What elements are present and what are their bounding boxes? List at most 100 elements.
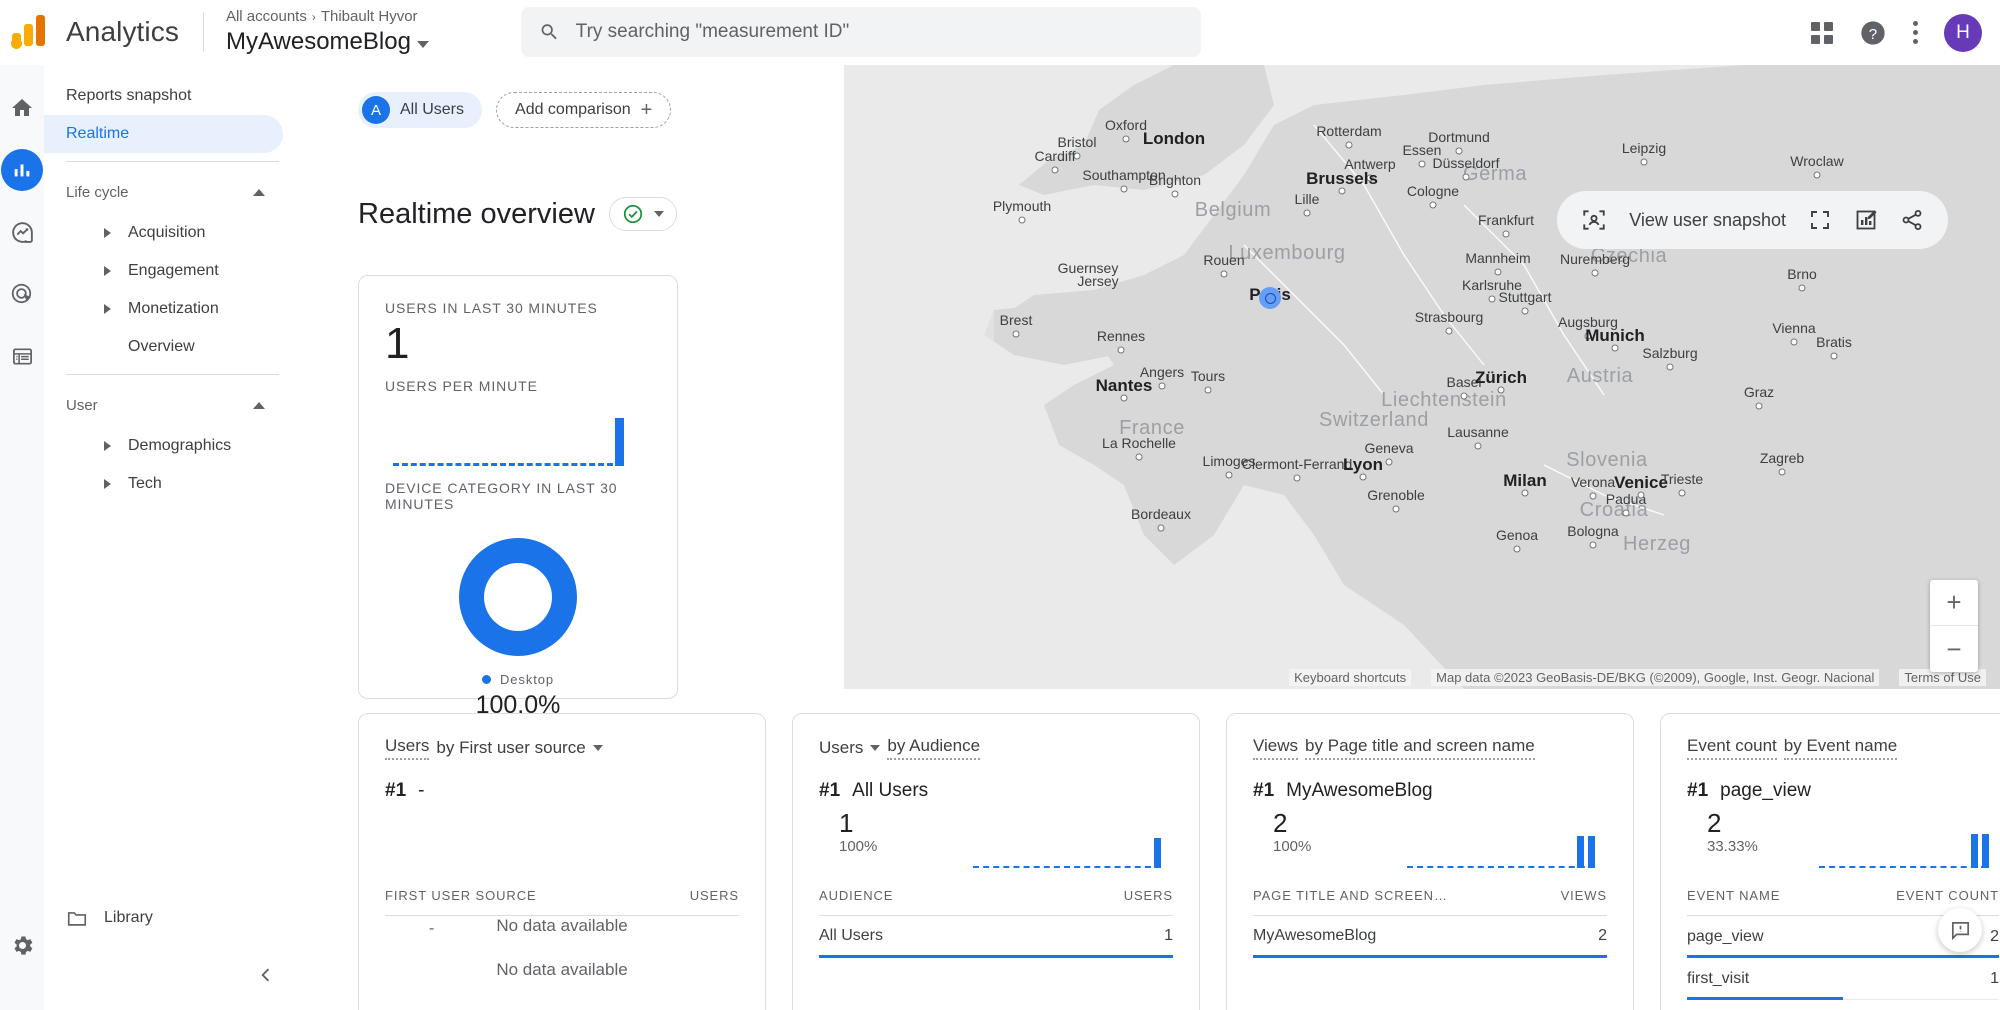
map-city-dot xyxy=(1494,268,1502,276)
device-category-chart[interactable]: Desktop 100.0% xyxy=(385,538,651,720)
sidebar-item-overview[interactable]: Overview xyxy=(44,328,283,366)
sidebar-section-user[interactable]: User xyxy=(44,383,287,427)
realtime-map[interactable]: Belgium Luxembourg France Switzerland Austri… xyxy=(844,65,2000,689)
sidebar-item-label: Reports snapshot xyxy=(66,87,192,104)
rank-value: - xyxy=(418,780,425,801)
account-selector[interactable]: All accounts › Thibault Hyvor MyAwesomeBlo… xyxy=(226,7,429,57)
card-title-dimension[interactable]: by Page title and screen name xyxy=(1305,736,1535,760)
chevron-up-icon xyxy=(253,401,265,409)
map-city-dot xyxy=(1755,402,1763,410)
row-metric-value: 2 xyxy=(1598,926,1607,944)
property-selector[interactable]: MyAwesomeBlog xyxy=(226,27,429,57)
sidebar-section-life-cycle[interactable]: Life cycle xyxy=(44,170,287,214)
chevron-down-icon[interactable] xyxy=(870,745,881,751)
row-dimension-value[interactable]: MyAwesomeBlog xyxy=(1253,927,1376,945)
svg-text:?: ? xyxy=(1869,25,1877,42)
top-item-row: #1 MyAwesomeBlog xyxy=(1253,780,1607,802)
apps-grid-icon[interactable] xyxy=(1811,21,1833,44)
users-last-30-label: Users in last 30 minutes xyxy=(385,300,598,316)
row-dimension-value[interactable]: page_view xyxy=(1687,928,1764,946)
breadcrumb-account: Thibault Hyvor xyxy=(320,8,418,25)
table-row[interactable]: MyAwesomeBlog 2 xyxy=(1253,916,1607,958)
sidebar-item-reports-snapshot[interactable]: Reports snapshot xyxy=(44,77,283,115)
map-city-dot xyxy=(1589,492,1597,500)
all-users-label: All Users xyxy=(400,101,465,118)
configure-icon[interactable] xyxy=(1,335,43,377)
reports-icon[interactable] xyxy=(1,149,43,191)
card-title[interactable]: Views by Page title and screen name xyxy=(1253,736,1607,760)
card-title[interactable]: Event count by Event name xyxy=(1687,736,1999,760)
map-city-dot xyxy=(1120,394,1128,402)
search-input[interactable] xyxy=(575,21,1183,43)
row-dimension-value[interactable]: All Users xyxy=(819,927,883,945)
view-user-snapshot-label[interactable]: View user snapshot xyxy=(1629,210,1786,231)
explore-icon[interactable] xyxy=(1,211,43,253)
sparkline-baseline xyxy=(1407,866,1595,868)
fullscreen-icon[interactable] xyxy=(1808,208,1832,232)
edit-chart-icon[interactable] xyxy=(1854,208,1878,232)
column-dimension: Audience xyxy=(819,888,894,903)
sparkline-bar xyxy=(1577,836,1584,868)
sidebar-item-acquisition[interactable]: Acquisition xyxy=(44,214,283,252)
search-icon xyxy=(541,24,557,40)
map-zoom-in-button[interactable]: + xyxy=(1930,580,1978,626)
chevron-down-icon[interactable] xyxy=(592,745,603,751)
global-search[interactable] xyxy=(520,7,1201,57)
check-circle-icon xyxy=(623,204,643,224)
admin-gear-icon[interactable] xyxy=(1,924,43,966)
map-city-dot xyxy=(1338,187,1346,195)
card-title-metric[interactable]: Users xyxy=(819,738,863,758)
card-title-metric[interactable]: Users xyxy=(385,736,430,760)
sidebar-item-label: Tech xyxy=(128,475,162,492)
sidebar-item-label: Demographics xyxy=(128,437,232,454)
device-category-label: Device category in last 30 minutes xyxy=(385,480,618,512)
card-title-dimension[interactable]: by Audience xyxy=(887,736,981,760)
sidebar-item-realtime[interactable]: Realtime xyxy=(44,115,283,153)
all-users-chip[interactable]: A All Users xyxy=(358,92,483,128)
card-title-dimension[interactable]: by First user source xyxy=(436,738,585,758)
table-body: MyAwesomeBlog 2 xyxy=(1253,916,1607,958)
table-row[interactable]: All Users 1 xyxy=(819,916,1173,958)
metric-block: - No data available xyxy=(385,808,739,937)
keyboard-shortcuts-link[interactable]: Keyboard shortcuts xyxy=(1289,668,1412,686)
map-city-dot xyxy=(1497,386,1505,394)
sparkline-bar xyxy=(615,418,624,466)
card-title[interactable]: Users by Audience xyxy=(819,736,1173,760)
feedback-button[interactable] xyxy=(1938,908,1982,952)
sidebar-item-tech[interactable]: Tech xyxy=(44,465,283,503)
map-city-dot xyxy=(1220,270,1228,278)
more-vert-icon[interactable] xyxy=(1913,21,1918,44)
sidebar-item-monetization[interactable]: Monetization xyxy=(44,290,283,328)
chevron-left-icon xyxy=(261,968,270,982)
home-icon[interactable] xyxy=(1,87,43,129)
realtime-status-pill[interactable] xyxy=(608,197,677,231)
map-user-marker[interactable] xyxy=(1259,287,1281,309)
map-zoom-out-button[interactable]: − xyxy=(1930,626,1978,672)
user-snapshot-icon[interactable] xyxy=(1581,207,1607,233)
collapse-sidebar-button[interactable] xyxy=(249,958,283,992)
row-metric-value: 1 xyxy=(1164,926,1173,944)
sidebar-item-engagement[interactable]: Engagement xyxy=(44,252,283,290)
page-title: Realtime overview xyxy=(358,197,595,230)
card-title-metric[interactable]: Views xyxy=(1253,736,1299,760)
sidebar-item-library[interactable]: Library xyxy=(44,898,283,938)
users-per-minute-chart[interactable] xyxy=(385,410,651,466)
rank-badge: #1 xyxy=(1687,780,1709,801)
sidebar-item-demographics[interactable]: Demographics xyxy=(44,427,283,465)
map-city-dot xyxy=(1460,392,1468,400)
row-dimension-value[interactable]: first_visit xyxy=(1687,970,1749,988)
table-row[interactable]: scroll1 xyxy=(1687,1000,1999,1010)
avatar[interactable]: H xyxy=(1944,13,1982,52)
table-row[interactable]: first_visit 1 xyxy=(1687,958,1999,1000)
sidebar-item-label: Library xyxy=(104,909,153,926)
share-icon[interactable] xyxy=(1900,208,1924,232)
map-city-dot xyxy=(1584,332,1592,340)
card-title-metric[interactable]: Event count xyxy=(1687,736,1777,760)
card-title[interactable]: Users by First user source xyxy=(385,736,739,760)
add-comparison-button[interactable]: Add comparison + xyxy=(496,92,672,128)
sidebar-item-label: Overview xyxy=(128,338,195,355)
help-icon[interactable]: ? xyxy=(1859,19,1887,47)
map-city-dot xyxy=(1204,386,1212,394)
advertising-icon[interactable] xyxy=(1,273,43,315)
card-title-dimension[interactable]: by Event name xyxy=(1783,736,1898,760)
